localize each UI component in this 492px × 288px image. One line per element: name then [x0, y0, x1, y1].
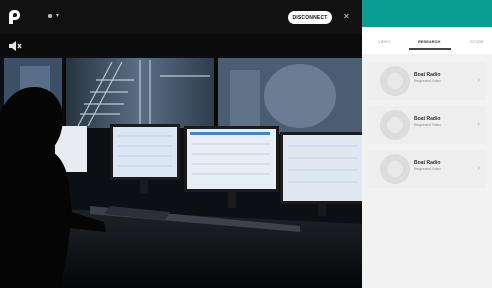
- chevron-right-icon[interactable]: ›: [477, 76, 480, 84]
- tab-video[interactable]: VIDEO: [378, 39, 390, 44]
- card-subtitle: Requested Video: [414, 167, 441, 171]
- card-subtitle: Requested Video: [414, 79, 441, 83]
- player-top-bar: ▾ DISCONNECT ✕: [0, 0, 362, 34]
- chevron-down-icon: ▾: [56, 13, 60, 19]
- tab-research[interactable]: RESEARCH: [418, 39, 440, 44]
- brand-logo-icon[interactable]: [6, 9, 22, 25]
- close-icon[interactable]: ✕: [343, 11, 350, 23]
- tab-store[interactable]: STORE: [470, 39, 484, 44]
- card-title: Boat Radio: [414, 72, 441, 78]
- avatar: [380, 66, 410, 96]
- speaker-icon[interactable]: [8, 40, 22, 52]
- list-item[interactable]: Boat Radio Requested Video ›: [368, 62, 486, 100]
- avatar: [380, 154, 410, 184]
- chevron-right-icon[interactable]: ›: [477, 120, 480, 128]
- card-subtitle: Requested Video: [414, 123, 441, 127]
- card-title: Boat Radio: [414, 160, 441, 166]
- chevron-right-icon[interactable]: ›: [477, 164, 480, 172]
- list-item[interactable]: Boat Radio Requested Video ›: [368, 106, 486, 144]
- list-item[interactable]: Boat Radio Requested Video ›: [368, 150, 486, 188]
- active-tab-indicator: [409, 48, 451, 50]
- card-title: Boat Radio: [414, 116, 441, 122]
- avatar: [380, 110, 410, 140]
- topbar-menu[interactable]: ▾: [48, 13, 59, 19]
- menu-dot: [48, 14, 52, 18]
- sidebar-panel: VIDEO RESEARCH STORE Boat Radio Requeste…: [362, 0, 492, 288]
- sidebar-tabs: VIDEO RESEARCH STORE: [362, 27, 492, 54]
- video-frame: [0, 56, 362, 288]
- video-player[interactable]: ▾ DISCONNECT ✕: [0, 0, 362, 288]
- sidebar-header: [362, 0, 492, 27]
- card-list: Boat Radio Requested Video › Boat Radio …: [362, 54, 492, 202]
- disconnect-button[interactable]: DISCONNECT: [288, 11, 332, 24]
